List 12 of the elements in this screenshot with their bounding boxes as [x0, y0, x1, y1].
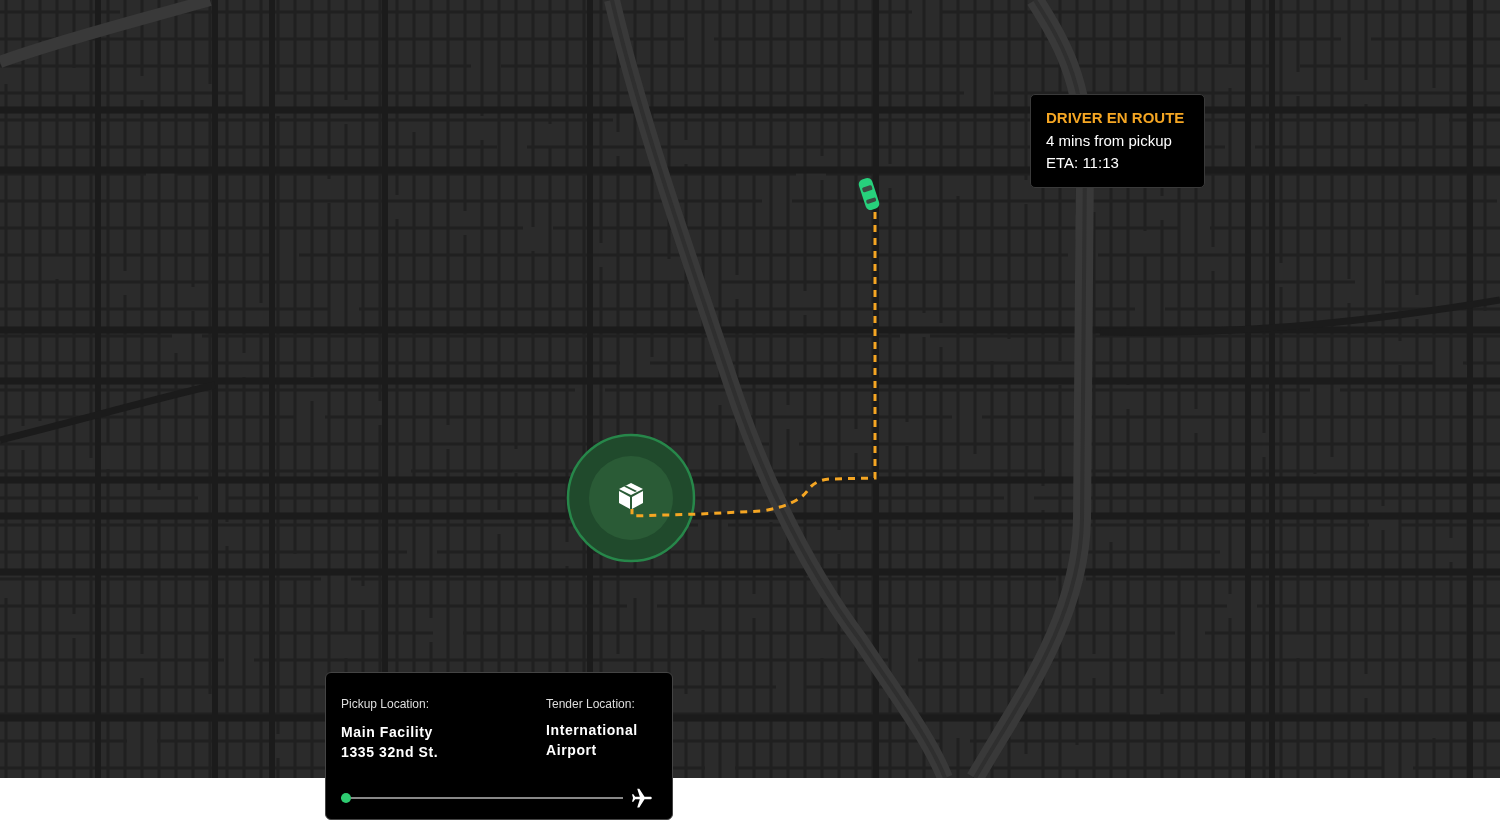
- location-label: Tender Location:: [546, 697, 636, 711]
- driver-status-title: DRIVER EN ROUTE: [1046, 109, 1186, 127]
- car-icon: [857, 176, 881, 212]
- location-value: 1335 32nd St.: [341, 743, 439, 762]
- driver-status-text: ETA: 11:13: [1046, 154, 1120, 171]
- location-value: International: [546, 721, 639, 740]
- airplane-icon: [632, 788, 652, 808]
- package-icon: [619, 483, 643, 509]
- location-value: Airport: [546, 741, 598, 760]
- location-label: Pickup Location:: [341, 697, 431, 711]
- driver-status-text: 4 mins from pickup: [1046, 132, 1173, 149]
- location-value: Main Facility: [341, 723, 434, 742]
